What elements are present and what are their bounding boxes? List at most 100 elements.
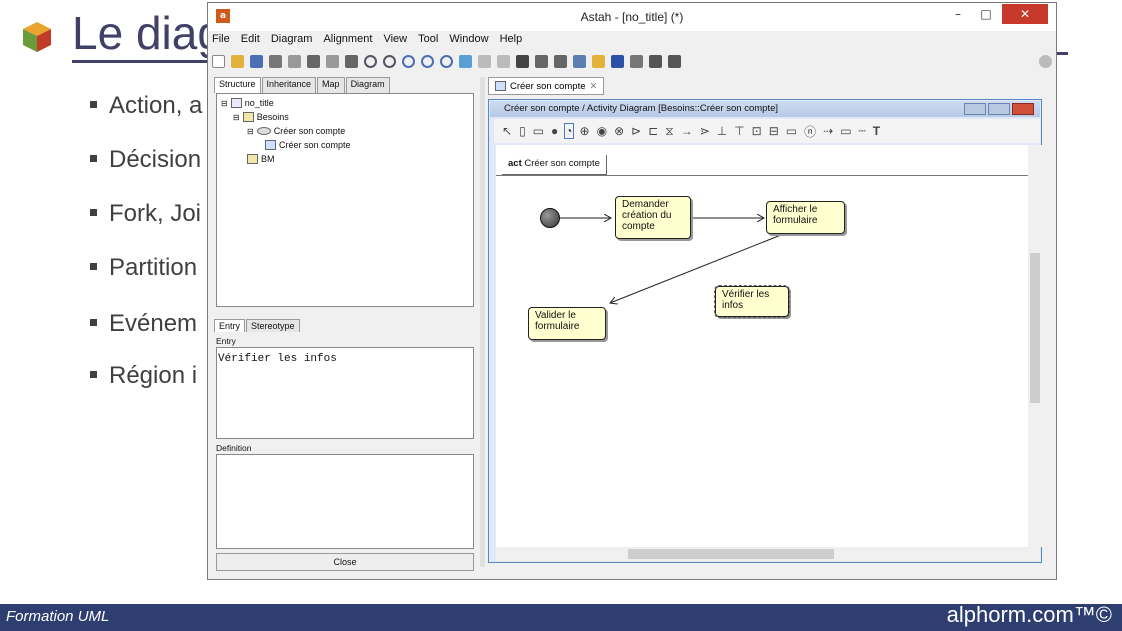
close-tab-icon[interactable]: ✕ (590, 81, 598, 92)
rectangle-tool-icon[interactable]: ▭ (840, 124, 851, 138)
signal-send-icon[interactable]: ⊳ (631, 124, 641, 138)
tree-item-usecase[interactable]: ⊟ Créer son compte (247, 126, 345, 136)
entry-label: Entry (216, 336, 236, 346)
final-node-icon[interactable]: ◉ (597, 124, 607, 138)
definition-label: Definition (216, 443, 252, 453)
menu-file[interactable]: File (208, 31, 234, 45)
splitter[interactable] (480, 77, 485, 567)
menu-tool[interactable]: Tool (414, 31, 442, 45)
definition-field[interactable] (216, 454, 474, 549)
menu-alignment[interactable]: Alignment (319, 31, 376, 45)
menu-diagram[interactable]: Diagram (267, 31, 317, 45)
close-window-button[interactable]: ✕ (1002, 4, 1048, 24)
partition-tool-icon[interactable]: ▯ (519, 124, 526, 138)
help-icon[interactable] (1039, 54, 1052, 68)
action-demander-creation[interactable]: Demander création du compte (615, 196, 691, 239)
menu-edit[interactable]: Edit (237, 31, 264, 45)
action-tool-icon[interactable]: ▭ (533, 124, 544, 138)
text-tool-icon[interactable]: T (873, 124, 880, 138)
open-file-icon[interactable] (231, 54, 244, 68)
zoom-in-icon[interactable] (402, 54, 415, 68)
tab-entry[interactable]: Entry (214, 319, 246, 332)
note-tool-icon[interactable]: ⓝ (804, 123, 816, 140)
print-icon[interactable] (269, 54, 282, 68)
close-button[interactable]: Close (216, 553, 474, 571)
tab-diagram[interactable]: Diagram (345, 77, 390, 93)
project-tree: ⊟ no_title ⊟ Besoins ⊟ Créer son compte … (216, 93, 474, 307)
fill-color-icon[interactable] (592, 54, 605, 68)
time-event-icon[interactable]: ⧖ (665, 124, 673, 139)
tab-structure[interactable]: Structure (214, 77, 261, 93)
minimize-button[interactable]: – (946, 4, 970, 24)
pin-tool-icon[interactable]: ⊡ (752, 124, 762, 138)
callbehavior-tool-icon[interactable]: ◔ (564, 123, 574, 139)
initial-node[interactable] (540, 208, 560, 228)
fork-tool-icon[interactable]: ⊥ (717, 124, 727, 138)
action-verifier-infos[interactable]: Vérifier les infos (714, 285, 790, 318)
collapse-icon[interactable]: ⊟ (247, 127, 254, 136)
horizontal-scrollbar[interactable] (496, 547, 1040, 561)
connector-tool-icon[interactable]: ⊟ (769, 124, 779, 138)
package-icon (242, 112, 254, 122)
grid-icon[interactable] (516, 54, 529, 68)
menu-bar: File Edit Diagram Alignment View Tool Wi… (208, 31, 1056, 49)
action-afficher-formulaire[interactable]: Afficher le formulaire (766, 201, 845, 234)
signal-receive-icon[interactable]: ⊏ (648, 124, 658, 138)
diagram-doc-tab[interactable]: Créer son compte ✕ (488, 77, 605, 95)
inner-minimize-button[interactable] (964, 103, 986, 115)
initial-node-icon[interactable]: ● (551, 124, 558, 138)
layout-icon[interactable] (668, 54, 681, 68)
align-left-icon[interactable] (554, 54, 567, 68)
menu-window[interactable]: Window (445, 31, 492, 45)
action-valider-formulaire[interactable]: Valider le formulaire (528, 307, 606, 340)
tab-map[interactable]: Map (317, 77, 345, 93)
bullet-item: Fork, Joi (90, 200, 201, 228)
flow-final-icon[interactable]: ⊗ (614, 124, 624, 138)
select-tool-icon[interactable]: ↖ (502, 124, 512, 138)
redo-icon[interactable] (383, 54, 396, 68)
collapse-icon[interactable]: ⊟ (233, 113, 240, 122)
tree-item-diagram[interactable]: Créer son compte (265, 140, 351, 150)
tree-item-bm[interactable]: BM (247, 154, 275, 164)
join-tool-icon[interactable]: ⊤ (734, 124, 744, 138)
undo-icon[interactable] (364, 54, 377, 68)
layout-tree-icon[interactable] (649, 54, 662, 68)
zoom-fit-icon[interactable] (440, 54, 453, 68)
tree-item-besoins[interactable]: ⊟ Besoins (233, 112, 289, 122)
activity-diagram-icon (495, 81, 506, 91)
save-icon[interactable] (250, 54, 263, 68)
vertical-scrollbar[interactable] (1028, 145, 1042, 547)
cut-icon[interactable] (307, 54, 320, 68)
align-icon[interactable] (535, 54, 548, 68)
copy-icon[interactable] (288, 54, 301, 68)
scroll-thumb[interactable] (1030, 253, 1040, 403)
tab-stereotype[interactable]: Stereotype (246, 319, 300, 332)
bullet-item: Région i (90, 362, 197, 390)
new-file-icon[interactable] (212, 54, 225, 68)
line-style-icon[interactable] (630, 54, 643, 68)
inner-restore-button[interactable] (988, 103, 1010, 115)
back-icon[interactable] (478, 54, 491, 68)
forward-icon[interactable] (497, 54, 510, 68)
scroll-thumb[interactable] (628, 549, 834, 559)
line-tool-icon[interactable]: ┄ (859, 124, 866, 138)
layer-icon[interactable] (573, 54, 586, 68)
tab-inheritance[interactable]: Inheritance (261, 77, 317, 93)
maximize-button[interactable]: □ (974, 4, 998, 24)
object-tool-icon[interactable]: ⊕ (580, 124, 590, 138)
bullet-item: Evénem (90, 310, 197, 338)
decision-tool-icon[interactable]: ⋗ (700, 124, 710, 138)
tree-item-root[interactable]: ⊟ no_title (221, 98, 274, 108)
inner-close-button[interactable] (1012, 103, 1034, 115)
collapse-icon[interactable]: ⊟ (221, 99, 228, 108)
fit-window-icon[interactable] (459, 54, 472, 68)
menu-help[interactable]: Help (496, 31, 527, 45)
note-anchor-icon[interactable]: ⇢ (823, 124, 833, 138)
menu-view[interactable]: View (379, 31, 411, 45)
zoom-out-icon[interactable] (421, 54, 434, 68)
line-color-icon[interactable] (611, 54, 624, 68)
paste-icon[interactable] (326, 54, 339, 68)
region-tool-icon[interactable]: ▭ (786, 124, 797, 138)
delete-icon[interactable] (345, 54, 358, 68)
flow-tool-icon[interactable]: → (681, 124, 693, 138)
